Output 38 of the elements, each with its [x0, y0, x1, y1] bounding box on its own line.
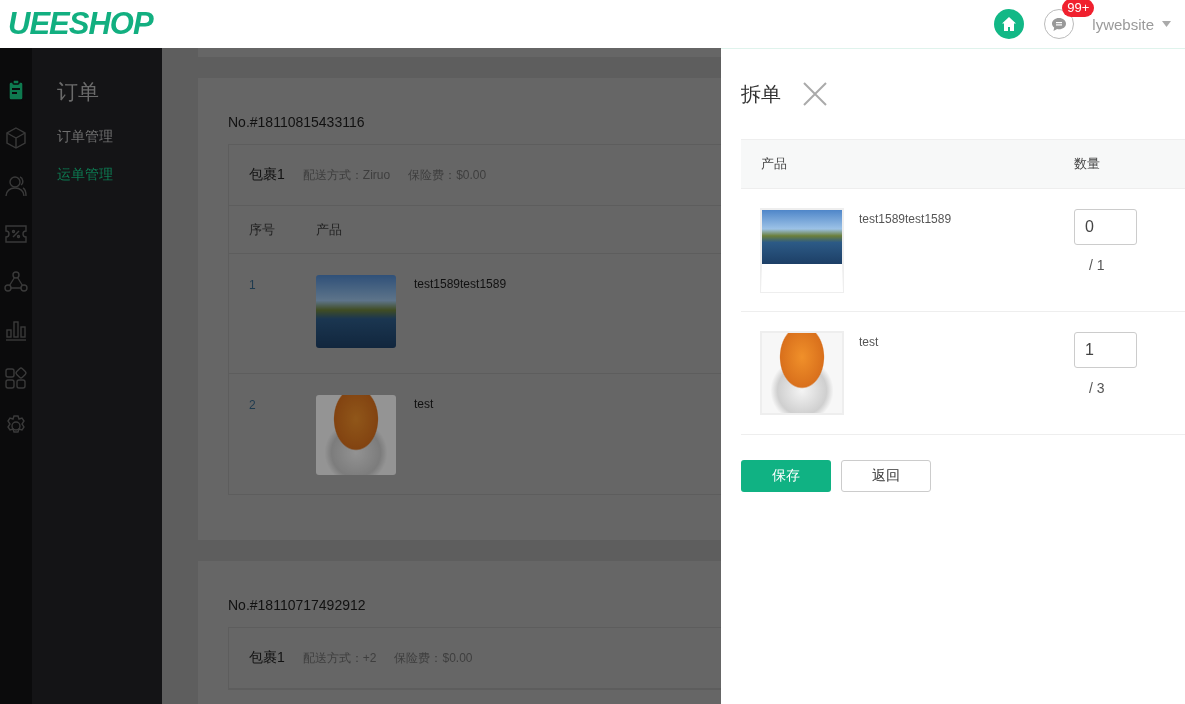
user-icon[interactable] [4, 174, 28, 198]
quantity-field[interactable]: 1 [1074, 332, 1137, 368]
back-button[interactable]: 返回 [841, 460, 931, 492]
caret-icon[interactable] [1162, 21, 1171, 27]
logo: UEESHOP [8, 6, 153, 42]
column-header: 产品 [761, 155, 788, 173]
order-number: No.#18110717492912 [228, 597, 366, 613]
drawer-title: 拆单 [741, 81, 781, 107]
product-name: test [859, 334, 879, 351]
package-name: 包裹1 [249, 649, 285, 667]
username-menu[interactable]: lywebsite [1092, 15, 1154, 33]
menu-title: 订单 [57, 79, 99, 105]
close-icon[interactable] [803, 82, 827, 106]
bar-chart-icon[interactable] [4, 318, 28, 342]
row-number: 1 [249, 277, 257, 294]
home-icon [1001, 16, 1018, 32]
notification-badge: 99+ [1062, 0, 1095, 17]
quantity-total: / 3 [1089, 380, 1105, 396]
home-button[interactable] [994, 9, 1025, 39]
product-name: test1589test1589 [859, 211, 952, 228]
column-header: 产品 [316, 220, 342, 239]
coupon-icon[interactable] [4, 222, 28, 246]
product-name: test [414, 396, 434, 413]
apps-icon[interactable] [4, 366, 28, 390]
submenu-item[interactable]: 订单管理 [57, 128, 113, 146]
column-header: 序号 [249, 220, 276, 239]
save-button[interactable]: 保存 [741, 460, 831, 492]
row-number: 2 [249, 397, 257, 414]
chat-bubble-icon [1051, 16, 1068, 32]
product-name: test1589test1589 [414, 276, 507, 293]
package-name: 包裹1 [249, 166, 285, 184]
order-number: No.#18110815433116 [228, 114, 365, 130]
column-header: 数量 [1074, 155, 1100, 173]
share-nodes-icon[interactable] [4, 270, 28, 294]
quantity-total: / 1 [1089, 257, 1105, 273]
quantity-field[interactable]: 0 [1074, 209, 1137, 245]
cube-icon[interactable] [4, 126, 28, 150]
submenu-item[interactable]: 运单管理 [57, 166, 113, 184]
